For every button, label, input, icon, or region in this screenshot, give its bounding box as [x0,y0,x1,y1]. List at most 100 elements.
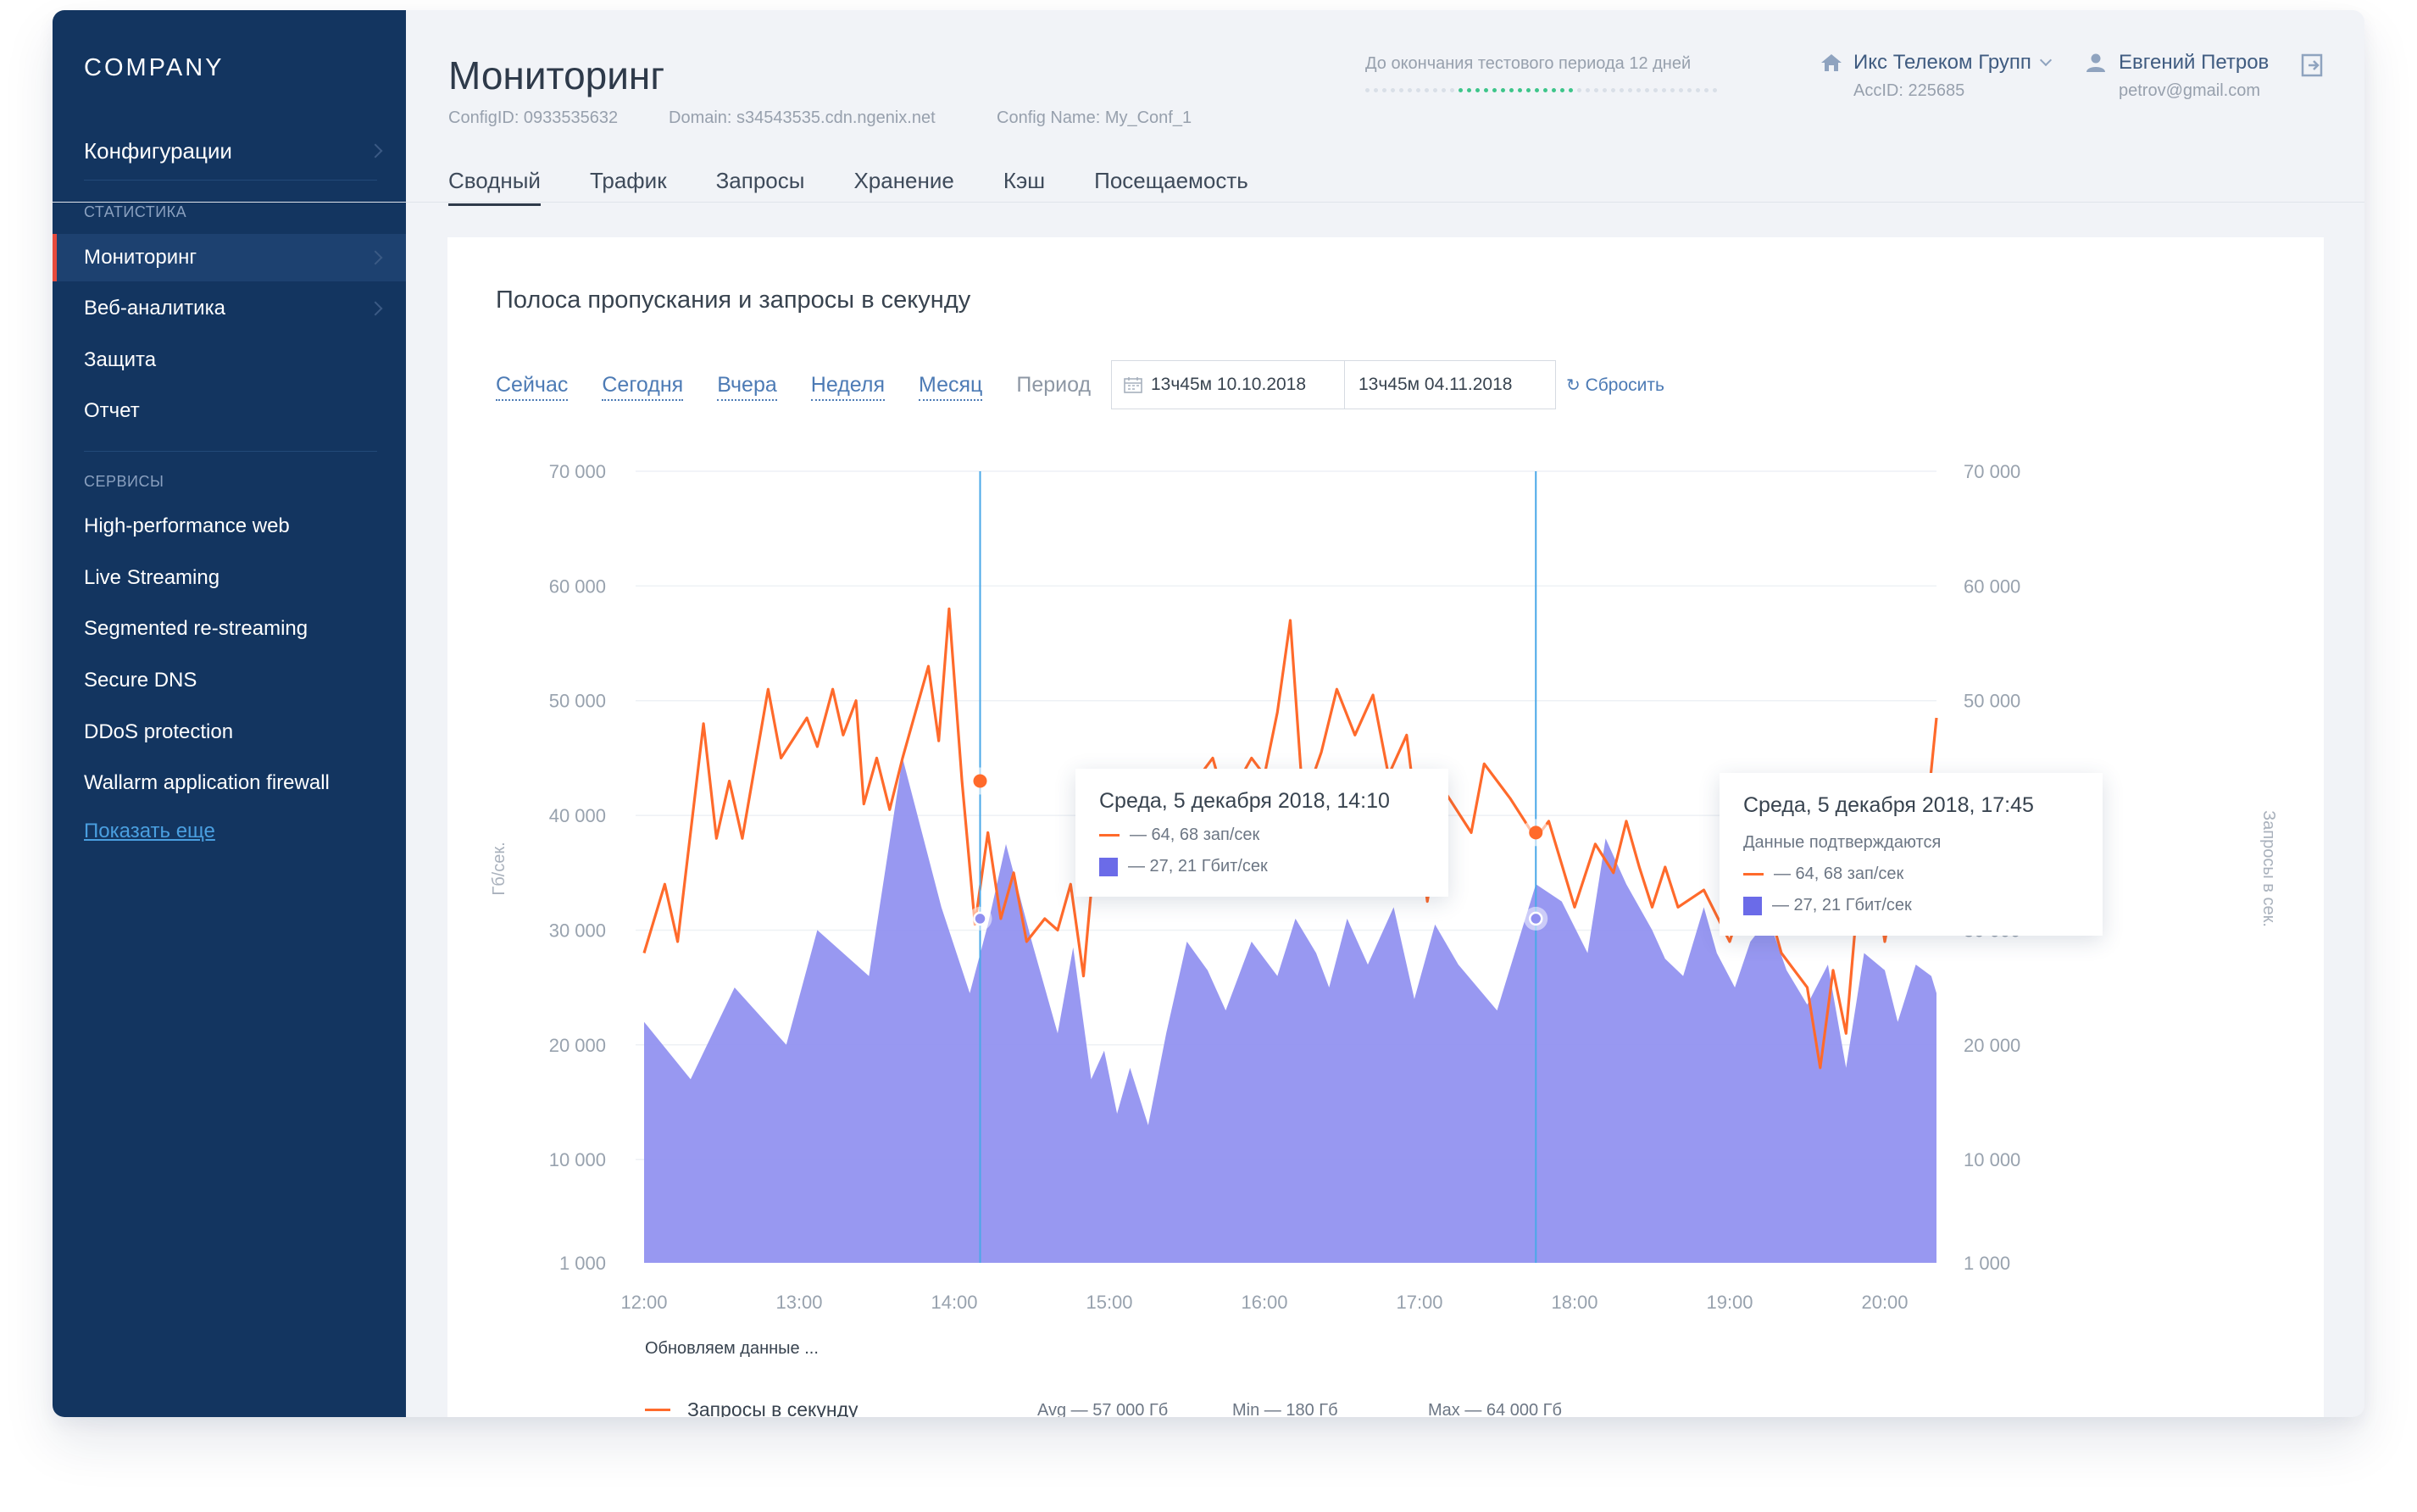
chart-tooltip: Среда, 5 декабря 2018, 14:10 — 64, 68 за… [1075,769,1448,897]
trial-progress-dot [1442,88,1446,92]
trial-progress-dot [1560,88,1564,92]
filter-now[interactable]: Сейчас [496,373,569,401]
sidebar-item-label: Live Streaming [84,566,220,589]
trial-progress-dot [1704,88,1709,92]
x-tick-label: 14:00 [931,1292,977,1313]
trial-progress-dot [1484,88,1488,92]
trial-progress-dot [1594,88,1598,92]
legend-line-swatch [645,1409,670,1411]
section-title-services: СЕРВИСЫ [84,473,164,490]
organization-name: Икс Телеком Групп [1853,51,2031,74]
trial-progress-dot [1620,88,1624,92]
trial-progress-dot [1365,88,1370,92]
sidebar-item-live-streaming[interactable]: Live Streaming [53,554,406,602]
chevron-right-icon [368,301,383,316]
config-domain: Domain: s34543535.cdn.ngenix.net [669,108,936,127]
trial-progress-dot [1653,88,1658,92]
trial-progress-dot [1543,88,1547,92]
logout-icon[interactable] [2300,53,2325,78]
sidebar-item-monitoring[interactable]: Мониторинг [53,234,406,281]
trial-progress-dot [1391,88,1395,92]
chart-tooltip: Среда, 5 декабря 2018, 17:45 Данные подт… [1720,773,2103,936]
bandwidth-swatch [1099,857,1118,876]
date-from-field[interactable]: 13ч45м 10.10.2018 [1111,360,1345,409]
trial-progress-dot [1535,88,1539,92]
tab-storage[interactable]: Хранение [853,168,953,206]
trial-progress-dot [1679,88,1683,92]
y-tick-label-left: 20 000 [549,1035,606,1056]
tooltip-requests-value: — 64, 68 зап/сек [1774,864,1904,883]
trial-progress-dot [1518,88,1522,92]
sidebar-item-wallarm-firewall[interactable]: Wallarm application firewall [53,759,406,807]
y-tick-label-left: 70 000 [549,461,606,482]
date-from-value: 13ч45м 10.10.2018 [1151,375,1307,394]
filter-month[interactable]: Месяц [918,373,983,401]
y-tick-label-left: 50 000 [549,691,606,712]
trial-progress-dot [1611,88,1615,92]
filter-yesterday[interactable]: Вчера [717,373,777,401]
stat-avg: Avg — 57 000 Гб [1037,1401,1169,1417]
y-tick-label-right: 1 000 [1964,1253,2010,1274]
tab-summary[interactable]: Сводный [448,168,541,206]
bandwidth-marker [1529,911,1543,926]
tooltip-note: Данные подтверждаются [1743,833,1942,852]
filter-week[interactable]: Неделя [810,373,885,401]
divider [84,180,377,181]
chevron-right-icon [368,250,383,265]
sidebar-item-configurations[interactable]: Конфигурации [53,127,406,175]
page-title: Мониторинг [448,53,665,97]
trial-progress-dot [1509,88,1514,92]
y-tick-label-left: 30 000 [549,920,606,941]
calendar-icon [1124,377,1142,393]
sidebar-item-label: Secure DNS [84,669,197,692]
organization-selector[interactable]: Икс Телеком Групп AccID: 225685 [1820,51,2052,100]
y-tick-label-right: 70 000 [1964,461,2020,482]
legend-item-requests[interactable]: Запросы в секунду [645,1398,858,1417]
x-tick-label: 20:00 [1861,1292,1908,1313]
trial-progress-dot [1459,88,1463,92]
trial-progress-dot [1425,88,1429,92]
reset-button[interactable]: ↻ Сбросить [1566,375,1664,396]
date-to-field[interactable]: 13ч45м 04.11.2018 [1344,360,1556,409]
x-tick-label: 15:00 [1086,1292,1132,1313]
sidebar-item-ddos-protection[interactable]: DDoS protection [53,709,406,756]
filter-today[interactable]: Сегодня [602,373,684,401]
user-name: Евгений Петров [2119,51,2270,74]
refresh-icon: ↻ [1566,376,1581,395]
sidebar-item-secure-dns[interactable]: Secure DNS [53,657,406,704]
sidebar-item-protection[interactable]: Защита [53,336,406,384]
sidebar-item-web-analytics[interactable]: Веб-аналитика [53,285,406,332]
tab-cache[interactable]: Кэш [1003,168,1045,206]
sidebar-item-label: Wallarm application firewall [84,771,330,794]
x-tick-label: 16:00 [1241,1292,1287,1313]
y-tick-label-left: 10 000 [549,1149,606,1170]
sidebar-item-segmented-restreaming[interactable]: Segmented re-streaming [53,605,406,653]
user-email: petrov@gmail.com [2119,81,2261,100]
y-axis-label-right: Запросы в сек. [2259,810,2278,927]
tab-traffic[interactable]: Трафик [590,168,667,206]
legend-label: Запросы в секунду [687,1398,858,1417]
trial-progress-dot [1645,88,1649,92]
requests-marker [973,774,987,788]
x-tick-label: 17:00 [1396,1292,1442,1313]
trial-progress-dot [1475,88,1480,92]
chevron-down-icon [2039,53,2052,67]
user-profile[interactable]: Евгений Петров petrov@gmail.com [2085,51,2270,100]
trial-period-text: До окончания тестового периода 12 дней [1365,54,1692,73]
trial-progress-dot [1603,88,1607,92]
company-logo: COMPANY [84,54,225,81]
trial-progress-dot [1577,88,1581,92]
y-tick-label-right: 20 000 [1964,1035,2020,1056]
requests-line-swatch [1099,834,1120,837]
tab-attendance[interactable]: Посещаемость [1094,168,1248,206]
trial-progress-dot [1713,88,1717,92]
x-tick-label: 19:00 [1706,1292,1753,1313]
tab-requests[interactable]: Запросы [716,168,805,206]
show-more-link[interactable]: Показать еще [84,820,215,843]
sidebar-item-label: Segmented re-streaming [84,617,308,640]
sidebar-item-high-performance-web[interactable]: High-performance web [53,503,406,550]
period-label: Период [1016,373,1092,397]
sidebar-item-report[interactable]: Отчет [53,387,406,435]
trial-progress-dot [1408,88,1412,92]
sidebar-item-label: DDoS protection [84,720,234,743]
